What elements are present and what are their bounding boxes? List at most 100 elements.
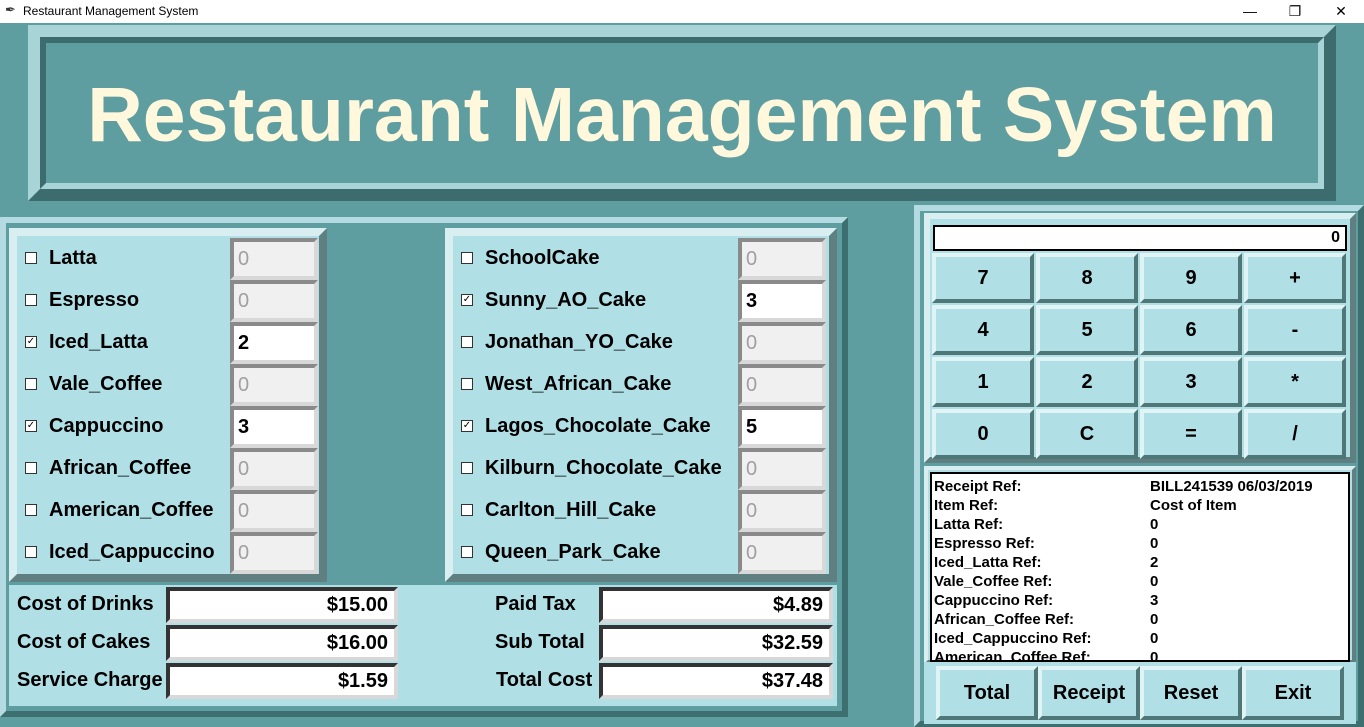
receipt-text-area[interactable]: Receipt Ref: BILL241539 06/03/2019 Item Re… — [930, 472, 1350, 662]
item-label[interactable]: Vale_Coffee — [49, 373, 162, 396]
item-quantity-field[interactable]: 0 — [738, 238, 826, 280]
receipt-line-value: 2 — [1150, 554, 1159, 571]
item-checkbox[interactable] — [25, 546, 37, 558]
calc-button-4[interactable]: 4 — [932, 305, 1034, 355]
item-quantity-field[interactable]: 0 — [230, 490, 318, 532]
item-quantity-field[interactable]: 0 — [738, 532, 826, 574]
receipt-line-value: 0 — [1150, 516, 1159, 533]
calc-button-6[interactable]: 6 — [1140, 305, 1242, 355]
item-quantity-field[interactable]: 0 — [738, 322, 826, 364]
calc-button-clear[interactable]: C — [1036, 409, 1138, 459]
minimize-button[interactable]: — — [1227, 0, 1273, 23]
exit-button[interactable]: Exit — [1242, 666, 1344, 720]
item-quantity-field[interactable]: 0 — [230, 532, 318, 574]
item-label[interactable]: Kilburn_Chocolate_Cake — [485, 457, 722, 480]
item-checkbox[interactable]: ✓ — [461, 294, 473, 306]
receipt-line-value: 0 — [1150, 630, 1159, 647]
calc-button-2[interactable]: 2 — [1036, 357, 1138, 407]
window-titlebar: ✒ Restaurant Management System — ❐ ✕ — [0, 0, 1364, 23]
item-checkbox[interactable]: ✓ — [461, 420, 473, 432]
item-quantity-field[interactable]: 2 — [230, 322, 318, 364]
item-label[interactable]: Carlton_Hill_Cake — [485, 499, 656, 522]
item-checkbox[interactable] — [461, 252, 473, 264]
calc-button-5[interactable]: 5 — [1036, 305, 1138, 355]
cost-of-cakes-label: Cost of Cakes — [17, 631, 151, 653]
item-label[interactable]: Iced_Latta — [49, 331, 148, 354]
cost-of-cakes-row: Cost of Cakes $16.00 — [9, 623, 409, 661]
cost-of-drinks-row: Cost of Drinks $15.00 — [9, 585, 409, 623]
item-label[interactable]: Queen_Park_Cake — [485, 541, 661, 564]
item-quantity-field[interactable]: 0 — [738, 364, 826, 406]
item-checkbox[interactable] — [25, 504, 37, 516]
item-checkbox[interactable]: ✓ — [25, 336, 37, 348]
sub-total-field[interactable]: $32.59 — [599, 625, 833, 661]
item-quantity-field[interactable]: 0 — [738, 490, 826, 532]
menu-item-schoolcake: SchoolCake 0 — [461, 238, 826, 280]
item-label[interactable]: Iced_Cappuccino — [49, 541, 215, 564]
receipt-line-label: Item Ref: — [934, 497, 999, 514]
receipt-line-value: BILL241539 06/03/2019 — [1150, 478, 1313, 495]
menu-item-queen-park-cake: Queen_Park_Cake 0 — [461, 532, 826, 574]
item-label[interactable]: Espresso — [49, 289, 139, 312]
receipt-line-label: Receipt Ref: — [934, 478, 1022, 495]
calc-button-9[interactable]: 9 — [1140, 253, 1242, 303]
item-label[interactable]: African_Coffee — [49, 457, 191, 480]
close-button[interactable]: ✕ — [1318, 0, 1364, 23]
item-quantity-field[interactable]: 0 — [230, 280, 318, 322]
item-label[interactable]: West_African_Cake — [485, 373, 671, 396]
calculator-display[interactable]: 0 — [933, 225, 1347, 251]
item-checkbox[interactable] — [25, 378, 37, 390]
calc-button-plus[interactable]: + — [1244, 253, 1346, 303]
item-label[interactable]: Jonathan_YO_Cake — [485, 331, 673, 354]
item-quantity-value: 0 — [746, 458, 758, 480]
item-quantity-field[interactable]: 3 — [738, 280, 826, 322]
item-quantity-field[interactable]: 3 — [230, 406, 318, 448]
total-button[interactable]: Total — [936, 666, 1038, 720]
item-quantity-value: 3 — [746, 290, 758, 312]
cost-of-drinks-field[interactable]: $15.00 — [166, 587, 398, 623]
calc-button-1[interactable]: 1 — [932, 357, 1034, 407]
cost-of-cakes-field[interactable]: $16.00 — [166, 625, 398, 661]
item-label[interactable]: Sunny_AO_Cake — [485, 289, 646, 312]
item-checkbox[interactable] — [461, 546, 473, 558]
item-checkbox[interactable] — [25, 294, 37, 306]
item-checkbox[interactable] — [25, 252, 37, 264]
item-quantity-value: 0 — [746, 374, 758, 396]
menu-item-cappuccino: ✓ Cappuccino 3 — [25, 406, 318, 448]
item-label[interactable]: Cappuccino — [49, 415, 163, 438]
item-quantity-field[interactable]: 0 — [230, 448, 318, 490]
item-checkbox[interactable] — [461, 462, 473, 474]
receipt-line-value: 0 — [1150, 535, 1159, 552]
item-checkbox[interactable] — [25, 462, 37, 474]
calc-button-minus[interactable]: - — [1244, 305, 1346, 355]
item-label[interactable]: American_Coffee — [49, 499, 214, 522]
item-quantity-field[interactable]: 5 — [738, 406, 826, 448]
item-quantity-field[interactable]: 0 — [738, 448, 826, 490]
service-charge-field[interactable]: $1.59 — [166, 663, 398, 699]
calc-button-8[interactable]: 8 — [1036, 253, 1138, 303]
item-checkbox[interactable] — [461, 504, 473, 516]
item-label[interactable]: SchoolCake — [485, 247, 599, 270]
item-quantity-value: 5 — [746, 416, 758, 438]
item-label[interactable]: Lagos_Chocolate_Cake — [485, 415, 711, 438]
paid-tax-field[interactable]: $4.89 — [599, 587, 833, 623]
item-checkbox[interactable]: ✓ — [25, 420, 37, 432]
reset-button[interactable]: Reset — [1140, 666, 1242, 720]
item-checkbox[interactable] — [461, 378, 473, 390]
calc-button-divide[interactable]: / — [1244, 409, 1346, 459]
item-quantity-field[interactable]: 0 — [230, 238, 318, 280]
calc-button-7[interactable]: 7 — [932, 253, 1034, 303]
calc-button-3[interactable]: 3 — [1140, 357, 1242, 407]
calc-button-multiply[interactable]: * — [1244, 357, 1346, 407]
item-quantity-value: 0 — [238, 248, 250, 270]
menu-item-espresso: Espresso 0 — [25, 280, 318, 322]
calc-button-0[interactable]: 0 — [932, 409, 1034, 459]
total-cost-field[interactable]: $37.48 — [599, 663, 833, 699]
item-quantity-value: 0 — [238, 458, 250, 480]
maximize-button[interactable]: ❐ — [1272, 0, 1318, 23]
calc-button-equals[interactable]: = — [1140, 409, 1242, 459]
receipt-button[interactable]: Receipt — [1038, 666, 1140, 720]
item-label[interactable]: Latta — [49, 247, 97, 270]
item-checkbox[interactable] — [461, 336, 473, 348]
item-quantity-field[interactable]: 0 — [230, 364, 318, 406]
